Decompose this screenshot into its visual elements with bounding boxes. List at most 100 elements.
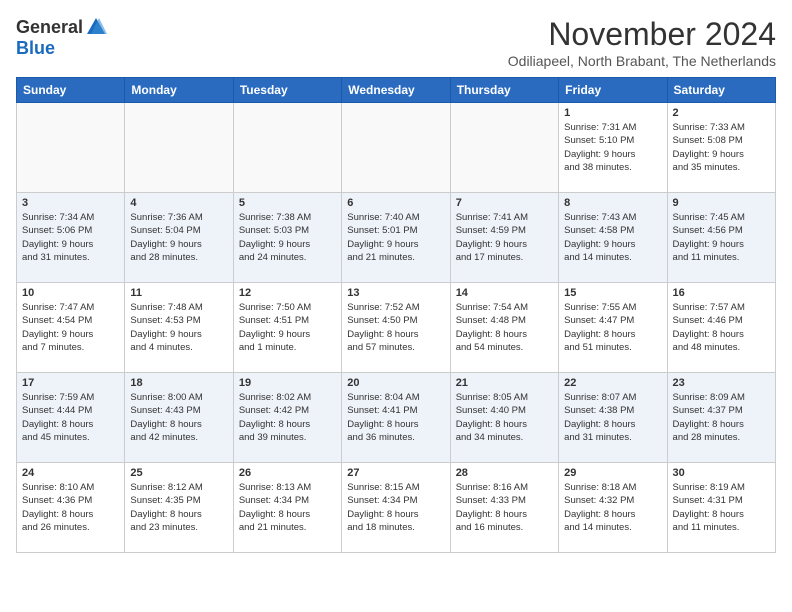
day-info: Sunrise: 8:15 AM Sunset: 4:34 PM Dayligh… xyxy=(347,481,444,534)
day-info: Sunrise: 7:57 AM Sunset: 4:46 PM Dayligh… xyxy=(673,301,770,354)
day-number: 14 xyxy=(456,287,553,299)
day-number: 4 xyxy=(130,197,227,209)
day-number: 25 xyxy=(130,467,227,479)
calendar-cell: 29 Sunrise: 8:18 AM Sunset: 4:32 PM Dayli… xyxy=(559,463,667,553)
day-number: 27 xyxy=(347,467,444,479)
day-number: 30 xyxy=(673,467,770,479)
day-info: Sunrise: 7:45 AM Sunset: 4:56 PM Dayligh… xyxy=(673,211,770,264)
calendar-cell xyxy=(450,103,558,193)
day-info: Sunrise: 8:00 AM Sunset: 4:43 PM Dayligh… xyxy=(130,391,227,444)
calendar-cell: 2 Sunrise: 7:33 AM Sunset: 5:08 PM Daylig… xyxy=(667,103,775,193)
calendar-cell: 7 Sunrise: 7:41 AM Sunset: 4:59 PM Daylig… xyxy=(450,193,558,283)
day-info: Sunrise: 7:55 AM Sunset: 4:47 PM Dayligh… xyxy=(564,301,661,354)
day-number: 29 xyxy=(564,467,661,479)
day-info: Sunrise: 7:54 AM Sunset: 4:48 PM Dayligh… xyxy=(456,301,553,354)
weekday-header-monday: Monday xyxy=(125,78,233,103)
calendar-cell: 22 Sunrise: 8:07 AM Sunset: 4:38 PM Dayli… xyxy=(559,373,667,463)
calendar-cell xyxy=(17,103,125,193)
calendar-header-row: SundayMondayTuesdayWednesdayThursdayFrid… xyxy=(17,78,776,103)
day-info: Sunrise: 7:31 AM Sunset: 5:10 PM Dayligh… xyxy=(564,121,661,174)
calendar-cell: 30 Sunrise: 8:19 AM Sunset: 4:31 PM Dayli… xyxy=(667,463,775,553)
logo-icon xyxy=(85,16,107,38)
day-info: Sunrise: 8:16 AM Sunset: 4:33 PM Dayligh… xyxy=(456,481,553,534)
day-number: 10 xyxy=(22,287,119,299)
calendar-cell xyxy=(125,103,233,193)
logo: General Blue xyxy=(16,16,107,59)
day-number: 26 xyxy=(239,467,336,479)
calendar-cell: 15 Sunrise: 7:55 AM Sunset: 4:47 PM Dayli… xyxy=(559,283,667,373)
weekday-header-saturday: Saturday xyxy=(667,78,775,103)
day-number: 7 xyxy=(456,197,553,209)
calendar-cell xyxy=(342,103,450,193)
weekday-header-thursday: Thursday xyxy=(450,78,558,103)
day-number: 23 xyxy=(673,377,770,389)
calendar-cell: 1Sunrise: 7:31 AM Sunset: 5:10 PM Daylig… xyxy=(559,103,667,193)
day-info: Sunrise: 8:10 AM Sunset: 4:36 PM Dayligh… xyxy=(22,481,119,534)
day-info: Sunrise: 8:19 AM Sunset: 4:31 PM Dayligh… xyxy=(673,481,770,534)
calendar-cell: 8 Sunrise: 7:43 AM Sunset: 4:58 PM Daylig… xyxy=(559,193,667,283)
calendar-cell: 4 Sunrise: 7:36 AM Sunset: 5:04 PM Daylig… xyxy=(125,193,233,283)
day-number: 15 xyxy=(564,287,661,299)
day-number: 9 xyxy=(673,197,770,209)
day-info: Sunrise: 7:48 AM Sunset: 4:53 PM Dayligh… xyxy=(130,301,227,354)
calendar-cell: 19 Sunrise: 8:02 AM Sunset: 4:42 PM Dayli… xyxy=(233,373,341,463)
calendar-cell: 11Sunrise: 7:48 AM Sunset: 4:53 PM Dayli… xyxy=(125,283,233,373)
day-number: 2 xyxy=(673,107,770,119)
day-info: Sunrise: 7:40 AM Sunset: 5:01 PM Dayligh… xyxy=(347,211,444,264)
logo-blue-text: Blue xyxy=(16,38,55,58)
calendar-cell: 6 Sunrise: 7:40 AM Sunset: 5:01 PM Daylig… xyxy=(342,193,450,283)
day-info: Sunrise: 8:09 AM Sunset: 4:37 PM Dayligh… xyxy=(673,391,770,444)
logo-general: General xyxy=(16,17,83,38)
day-info: Sunrise: 8:05 AM Sunset: 4:40 PM Dayligh… xyxy=(456,391,553,444)
calendar-cell: 10 Sunrise: 7:47 AM Sunset: 4:54 PM Dayli… xyxy=(17,283,125,373)
day-info: Sunrise: 7:52 AM Sunset: 4:50 PM Dayligh… xyxy=(347,301,444,354)
day-info: Sunrise: 8:04 AM Sunset: 4:41 PM Dayligh… xyxy=(347,391,444,444)
calendar-cell xyxy=(233,103,341,193)
calendar-table: SundayMondayTuesdayWednesdayThursdayFrid… xyxy=(16,77,776,553)
day-info: Sunrise: 7:59 AM Sunset: 4:44 PM Dayligh… xyxy=(22,391,119,444)
day-number: 20 xyxy=(347,377,444,389)
calendar-cell: 5Sunrise: 7:38 AM Sunset: 5:03 PM Daylig… xyxy=(233,193,341,283)
day-info: Sunrise: 7:41 AM Sunset: 4:59 PM Dayligh… xyxy=(456,211,553,264)
location-subtitle: Odiliapeel, North Brabant, The Netherlan… xyxy=(508,53,776,69)
day-info: Sunrise: 7:33 AM Sunset: 5:08 PM Dayligh… xyxy=(673,121,770,174)
day-number: 19 xyxy=(239,377,336,389)
weekday-header-sunday: Sunday xyxy=(17,78,125,103)
calendar-cell: 28 Sunrise: 8:16 AM Sunset: 4:33 PM Dayli… xyxy=(450,463,558,553)
calendar-cell: 9 Sunrise: 7:45 AM Sunset: 4:56 PM Daylig… xyxy=(667,193,775,283)
weekday-header-tuesday: Tuesday xyxy=(233,78,341,103)
day-info: Sunrise: 7:47 AM Sunset: 4:54 PM Dayligh… xyxy=(22,301,119,354)
calendar-cell: 20 Sunrise: 8:04 AM Sunset: 4:41 PM Dayli… xyxy=(342,373,450,463)
calendar-cell: 16 Sunrise: 7:57 AM Sunset: 4:46 PM Dayli… xyxy=(667,283,775,373)
calendar-cell: 23 Sunrise: 8:09 AM Sunset: 4:37 PM Dayli… xyxy=(667,373,775,463)
day-number: 24 xyxy=(22,467,119,479)
day-info: Sunrise: 8:07 AM Sunset: 4:38 PM Dayligh… xyxy=(564,391,661,444)
day-info: Sunrise: 7:43 AM Sunset: 4:58 PM Dayligh… xyxy=(564,211,661,264)
day-number: 22 xyxy=(564,377,661,389)
calendar-cell: 3 Sunrise: 7:34 AM Sunset: 5:06 PM Daylig… xyxy=(17,193,125,283)
weekday-header-friday: Friday xyxy=(559,78,667,103)
day-number: 16 xyxy=(673,287,770,299)
day-number: 12 xyxy=(239,287,336,299)
day-number: 3 xyxy=(22,197,119,209)
day-info: Sunrise: 8:02 AM Sunset: 4:42 PM Dayligh… xyxy=(239,391,336,444)
day-info: Sunrise: 7:36 AM Sunset: 5:04 PM Dayligh… xyxy=(130,211,227,264)
calendar-cell: 21Sunrise: 8:05 AM Sunset: 4:40 PM Dayli… xyxy=(450,373,558,463)
day-info: Sunrise: 8:18 AM Sunset: 4:32 PM Dayligh… xyxy=(564,481,661,534)
day-info: Sunrise: 7:34 AM Sunset: 5:06 PM Dayligh… xyxy=(22,211,119,264)
calendar-cell: 12 Sunrise: 7:50 AM Sunset: 4:51 PM Dayli… xyxy=(233,283,341,373)
day-info: Sunrise: 8:12 AM Sunset: 4:35 PM Dayligh… xyxy=(130,481,227,534)
calendar-cell: 13 Sunrise: 7:52 AM Sunset: 4:50 PM Dayli… xyxy=(342,283,450,373)
calendar-cell: 14 Sunrise: 7:54 AM Sunset: 4:48 PM Dayli… xyxy=(450,283,558,373)
day-info: Sunrise: 7:50 AM Sunset: 4:51 PM Dayligh… xyxy=(239,301,336,354)
day-number: 5 xyxy=(239,197,336,209)
day-number: 13 xyxy=(347,287,444,299)
page-header: General Blue November 2024 Odiliapeel, N… xyxy=(16,16,776,69)
day-number: 18 xyxy=(130,377,227,389)
day-number: 6 xyxy=(347,197,444,209)
day-number: 28 xyxy=(456,467,553,479)
calendar-cell: 17Sunrise: 7:59 AM Sunset: 4:44 PM Dayli… xyxy=(17,373,125,463)
month-title: November 2024 xyxy=(508,16,776,53)
calendar-cell: 24 Sunrise: 8:10 AM Sunset: 4:36 PM Dayli… xyxy=(17,463,125,553)
day-number: 8 xyxy=(564,197,661,209)
